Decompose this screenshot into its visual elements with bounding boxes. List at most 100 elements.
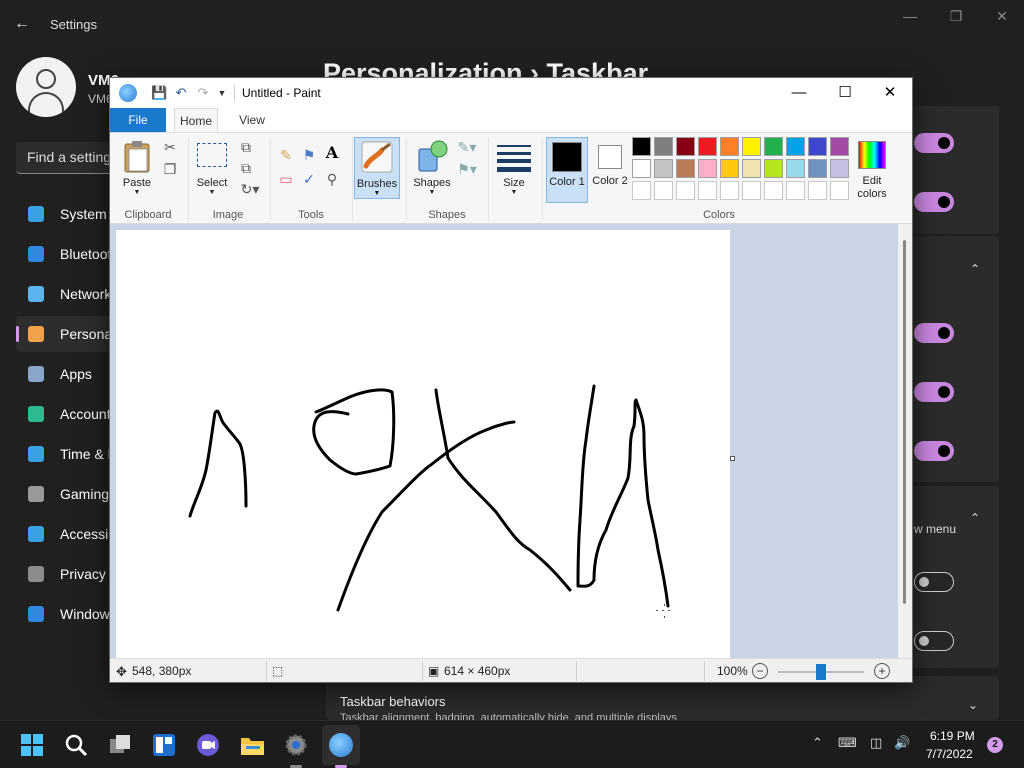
palette-swatch[interactable] — [720, 181, 739, 200]
fill-bucket-icon[interactable]: ⚑ — [301, 147, 317, 163]
palette-swatch[interactable] — [676, 181, 695, 200]
pencil-icon[interactable]: ✎ — [278, 147, 294, 163]
zoom-out-icon[interactable]: − — [752, 663, 768, 679]
keyboard-icon[interactable]: ⌨ — [838, 735, 857, 751]
save-icon[interactable]: 💾 — [151, 85, 167, 101]
palette-swatch[interactable] — [764, 137, 783, 156]
palette-swatch[interactable] — [720, 159, 739, 178]
network-icon[interactable]: ◫ — [870, 735, 882, 751]
resize-icon[interactable]: ⧉ — [238, 160, 254, 176]
back-arrow-icon[interactable]: ← — [14, 14, 34, 34]
toggle-switch[interactable] — [914, 192, 954, 212]
palette-swatch[interactable] — [676, 137, 695, 156]
chevron-up-icon[interactable]: ⌃ — [812, 735, 823, 751]
palette-swatch[interactable] — [830, 137, 849, 156]
maximize-icon[interactable]: ☐ — [822, 81, 868, 105]
toggle-switch[interactable] — [914, 133, 954, 153]
tab-view[interactable]: View — [232, 108, 272, 132]
palette-swatch[interactable] — [830, 181, 849, 200]
palette-swatch[interactable] — [676, 159, 695, 178]
palette-swatch[interactable] — [808, 159, 827, 178]
crop-icon[interactable]: ⧉ — [238, 139, 254, 155]
palette-swatch[interactable] — [698, 181, 717, 200]
toggle-switch[interactable] — [914, 631, 954, 651]
search-icon[interactable] — [64, 733, 88, 757]
widgets-icon[interactable] — [152, 733, 176, 757]
outline-icon[interactable]: ✎▾ — [456, 139, 478, 155]
paint-app-icon[interactable] — [329, 733, 353, 757]
minimize-icon[interactable]: — — [898, 8, 922, 28]
scrollbar-thumb[interactable] — [903, 240, 906, 604]
color1-button[interactable]: Color 1 — [546, 137, 588, 203]
palette-swatch[interactable] — [764, 159, 783, 178]
copy-icon[interactable]: ❐ — [162, 161, 178, 177]
tab-home[interactable]: Home — [174, 108, 218, 132]
paint-app-icon[interactable] — [119, 84, 137, 102]
minimize-icon[interactable]: — — [776, 81, 822, 105]
palette-swatch[interactable] — [808, 181, 827, 200]
palette-swatch[interactable] — [698, 137, 717, 156]
palette-swatch[interactable] — [808, 137, 827, 156]
cut-icon[interactable]: ✂ — [162, 139, 178, 155]
notification-badge[interactable]: 2 — [987, 737, 1003, 753]
color2-button[interactable]: Color 2 — [592, 137, 628, 203]
palette-swatch[interactable] — [742, 137, 761, 156]
canvas-resize-handle[interactable] — [730, 456, 735, 461]
close-icon[interactable]: ✕ — [867, 81, 912, 105]
close-icon[interactable]: ✕ — [990, 8, 1014, 28]
palette-swatch[interactable] — [632, 181, 651, 200]
palette-swatch[interactable] — [698, 159, 717, 178]
file-explorer-icon[interactable] — [240, 733, 264, 757]
toggle-switch[interactable] — [914, 382, 954, 402]
group-label-shapes: Shapes — [428, 209, 466, 221]
chat-icon[interactable] — [196, 733, 220, 757]
color-picker-icon[interactable]: ✓ — [301, 171, 317, 187]
zoom-in-icon[interactable]: + — [874, 663, 890, 679]
toggle-switch[interactable] — [914, 323, 954, 343]
magnifier-icon[interactable]: ⚲ — [324, 171, 340, 187]
settings-gear-icon[interactable] — [284, 733, 308, 757]
fill-icon[interactable]: ⚑▾ — [456, 161, 478, 177]
palette-swatch[interactable] — [830, 159, 849, 178]
chevron-up-icon[interactable]: ⌃ — [968, 262, 982, 276]
palette-swatch[interactable] — [786, 137, 805, 156]
palette-swatch[interactable] — [786, 181, 805, 200]
palette-swatch[interactable] — [720, 137, 739, 156]
chevron-down-icon[interactable]: ⌄ — [968, 698, 978, 712]
customize-toolbar-icon[interactable]: ▼ — [214, 85, 230, 101]
toggle-switch[interactable] — [914, 441, 954, 461]
toggle-switch[interactable] — [914, 572, 954, 592]
palette-swatch[interactable] — [764, 181, 783, 200]
palette-swatch[interactable] — [654, 159, 673, 178]
volume-icon[interactable]: 🔊 — [894, 735, 910, 751]
palette-swatch[interactable] — [632, 159, 651, 178]
palette-swatch[interactable] — [654, 181, 673, 200]
eraser-icon[interactable]: ▭ — [278, 171, 294, 187]
redo-icon[interactable]: ↷ — [195, 85, 211, 101]
rotate-icon[interactable]: ↻▾ — [238, 181, 262, 197]
chevron-up-icon[interactable]: ⌃ — [968, 511, 982, 525]
task-view-icon[interactable] — [108, 733, 132, 757]
drawing-canvas[interactable] — [116, 230, 730, 658]
text-tool-icon[interactable]: A — [324, 145, 340, 161]
paste-button[interactable]: Paste ▼ — [118, 137, 156, 203]
clock-time[interactable]: 6:19 PM — [930, 729, 975, 743]
undo-icon[interactable]: ↶ — [173, 85, 189, 101]
vertical-scrollbar[interactable] — [898, 224, 912, 658]
windows-start-icon[interactable] — [20, 733, 44, 757]
avatar[interactable] — [16, 57, 76, 117]
palette-swatch[interactable] — [742, 159, 761, 178]
edit-colors-button[interactable]: Edit colors — [852, 137, 892, 203]
size-button[interactable]: Size ▼ — [494, 137, 534, 203]
tab-file[interactable]: File — [110, 108, 166, 132]
clock-date[interactable]: 7/7/2022 — [926, 747, 973, 761]
brushes-button[interactable]: Brushes ▼ — [354, 137, 400, 199]
zoom-slider-thumb[interactable] — [816, 664, 826, 680]
select-button[interactable]: Select ▼ — [194, 137, 230, 203]
palette-swatch[interactable] — [742, 181, 761, 200]
palette-swatch[interactable] — [654, 137, 673, 156]
shapes-button[interactable]: Shapes ▼ — [410, 137, 454, 203]
palette-swatch[interactable] — [786, 159, 805, 178]
palette-swatch[interactable] — [632, 137, 651, 156]
restore-icon[interactable]: ❐ — [944, 8, 968, 28]
